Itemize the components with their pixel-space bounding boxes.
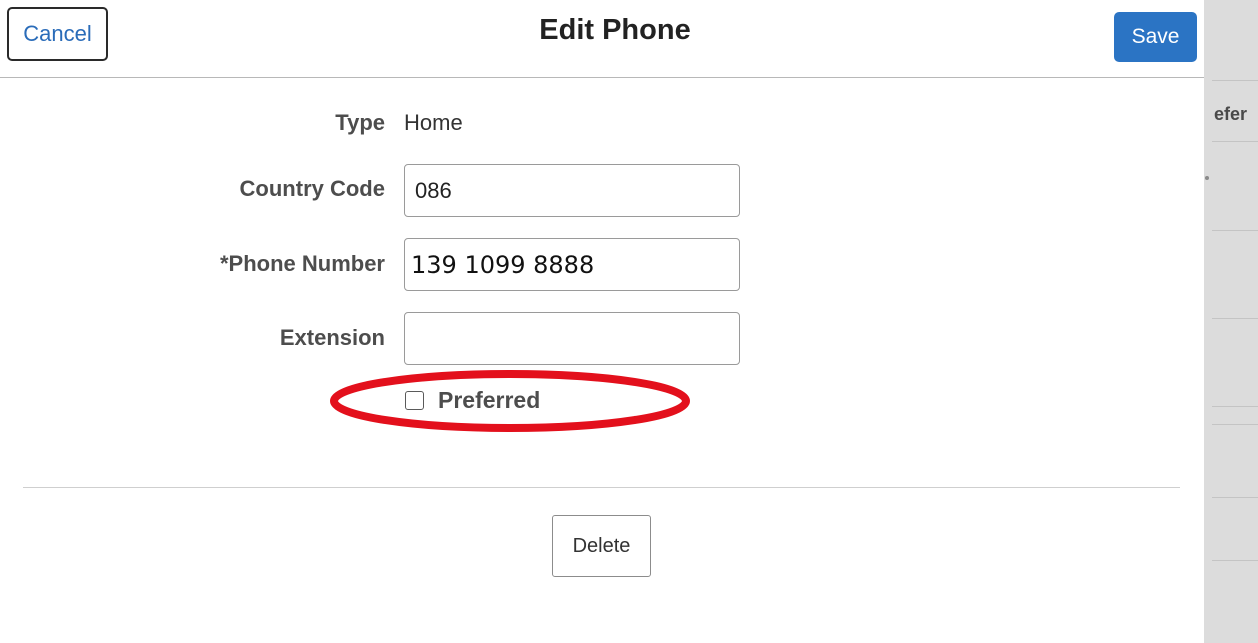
country-code-label: Country Code: [239, 176, 385, 201]
background-divider: [1212, 560, 1258, 561]
page: efer Cancel Edit Phone Save Type Home Co…: [0, 0, 1258, 643]
phone-number-input[interactable]: [404, 238, 740, 291]
type-value: Home: [404, 110, 463, 135]
extension-label: Extension: [279, 325, 385, 350]
save-button[interactable]: Save: [1114, 12, 1197, 62]
dialog-title: Edit Phone: [539, 14, 691, 46]
background-dot: [1205, 176, 1209, 180]
background-divider: [1212, 141, 1258, 142]
background-divider: [1212, 318, 1258, 319]
preferred-label[interactable]: Preferred: [438, 387, 540, 414]
background-divider: [1212, 80, 1258, 81]
background-divider: [1212, 230, 1258, 231]
phone-number-label: *Phone Number: [219, 251, 385, 276]
background-page: efer: [1204, 0, 1258, 643]
preferred-checkbox[interactable]: [405, 390, 424, 410]
type-label: Type: [335, 110, 385, 135]
edit-phone-dialog: Cancel Edit Phone Save Type Home Country…: [0, 0, 1204, 643]
extension-input[interactable]: [404, 312, 740, 365]
delete-button[interactable]: Delete: [552, 515, 651, 577]
background-column-label: efer: [1214, 104, 1248, 124]
footer-divider: [23, 487, 1180, 488]
background-divider: [1212, 497, 1258, 498]
background-divider: [1212, 406, 1258, 407]
dialog-header: Cancel Edit Phone Save: [0, 0, 1204, 78]
background-divider: [1212, 424, 1258, 425]
preferred-row[interactable]: Preferred: [405, 386, 540, 414]
country-code-input[interactable]: [404, 164, 740, 217]
